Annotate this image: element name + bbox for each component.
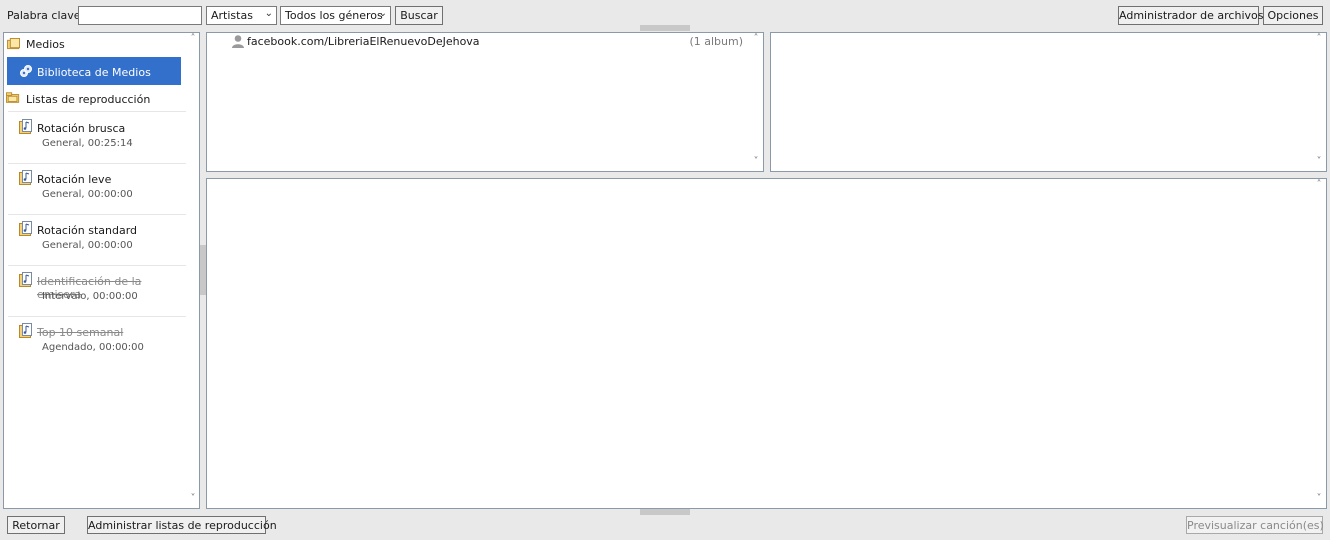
sidebar-panel: Medios Biblioteca de Medios Listas de re… (3, 32, 200, 509)
playlist-detail: General, 00:25:14 (42, 138, 133, 149)
playlist-icon (19, 272, 32, 287)
type-select[interactable]: Artistas ⌄ (206, 6, 277, 25)
media-library-label: Biblioteca de Medios (37, 66, 151, 79)
artists-panel: facebook.com/LibreriaElRenuevoDeJehova (… (206, 32, 764, 172)
playlist-icon (19, 119, 32, 134)
playlists-folder-icon (6, 92, 20, 103)
playlist-detail: General, 00:00:00 (42, 189, 133, 200)
sidebar-scrollbar[interactable]: ˄ ˅ (186, 33, 199, 508)
playlists-section-header[interactable]: Listas de reproducción (4, 88, 186, 110)
genre-select[interactable]: Todos los géneros ⌄ (280, 6, 391, 25)
preview-song-button[interactable]: Previsualizar canción(es) (1186, 516, 1324, 534)
media-section-header[interactable]: Medios (4, 33, 186, 57)
playlist-item-5[interactable]: Top 10 semanal Agendado, 00:00:00 (4, 317, 186, 367)
scroll-down-icon[interactable]: ˅ (1313, 493, 1325, 504)
keyword-label: Palabra clave: (7, 9, 85, 22)
scroll-down-icon[interactable]: ˅ (1313, 156, 1325, 167)
playlist-name: Rotación standard (37, 224, 138, 237)
search-button[interactable]: Buscar (395, 6, 443, 25)
playlist-detail: General, 00:00:00 (42, 240, 133, 251)
playlist-icon (19, 221, 32, 236)
scroll-up-icon[interactable]: ˄ (1313, 33, 1325, 44)
playlist-name: Top 10 semanal (37, 326, 124, 339)
person-icon (232, 35, 244, 48)
file-manager-button[interactable]: Administrador de archivos (1118, 6, 1263, 25)
bottom-splitter-grip[interactable] (640, 509, 690, 515)
playlist-icon (19, 323, 32, 338)
albums-panel: ˄ ˅ (770, 32, 1327, 172)
options-button[interactable]: Opciones (1263, 6, 1323, 25)
genre-select-value: Todos los géneros (285, 9, 383, 22)
playlist-icon (19, 170, 32, 185)
artist-row[interactable]: facebook.com/LibreriaElRenuevoDeJehova (… (207, 33, 747, 51)
playlist-detail: Intervalo, 00:00:00 (42, 291, 138, 302)
playlist-item-1[interactable]: Rotación brusca General, 00:25:14 (4, 113, 186, 163)
playlist-item-3[interactable]: Rotación standard General, 00:00:00 (4, 215, 186, 265)
artists-scrollbar[interactable]: ˄ ˅ (749, 33, 763, 171)
scroll-up-icon[interactable]: ˄ (750, 33, 762, 44)
artist-album-count: (1 album) (689, 35, 743, 48)
albums-scrollbar[interactable]: ˄ ˅ (1312, 33, 1326, 171)
top-splitter-grip[interactable] (640, 25, 690, 31)
tracks-panel: ˄ ˅ (206, 178, 1327, 509)
scroll-up-icon[interactable]: ˄ (1313, 179, 1325, 190)
return-button[interactable]: Retornar (7, 516, 65, 534)
playlist-detail: Agendado, 00:00:00 (42, 342, 144, 353)
chevron-down-icon: ⌄ (378, 8, 387, 19)
playlists-section-title: Listas de reproducción (26, 93, 151, 106)
tracks-scrollbar[interactable]: ˄ ˅ (1312, 179, 1326, 508)
keyword-input[interactable] (78, 6, 202, 25)
type-select-value: Artistas (211, 9, 253, 22)
divider (8, 111, 186, 112)
scroll-down-icon[interactable]: ˅ (750, 156, 762, 167)
scroll-down-icon[interactable]: ˅ (187, 493, 199, 504)
playlist-name: Rotación brusca (37, 122, 126, 135)
media-section-title: Medios (26, 38, 65, 51)
media-folder-icon (7, 38, 20, 50)
chevron-down-icon: ⌄ (264, 8, 273, 19)
playlist-item-4[interactable]: Identificación de la emisora Intervalo, … (4, 266, 186, 316)
artist-name: facebook.com/LibreriaElRenuevoDeJehova (247, 35, 480, 48)
scroll-up-icon[interactable]: ˄ (187, 33, 199, 44)
playlist-item-2[interactable]: Rotación leve General, 00:00:00 (4, 164, 186, 214)
sidebar-item-media-library[interactable]: Biblioteca de Medios (7, 57, 181, 85)
playlist-name: Rotación leve (37, 173, 112, 186)
media-library-icon (20, 65, 32, 77)
manage-playlists-button[interactable]: Administrar listas de reproducción (87, 516, 277, 534)
